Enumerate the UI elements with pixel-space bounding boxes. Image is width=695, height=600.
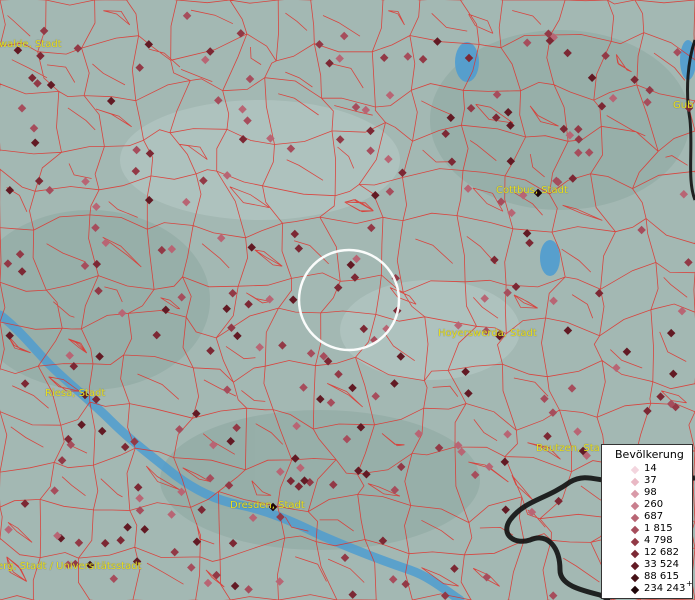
legend-swatch bbox=[630, 537, 640, 547]
legend-overflow-mark: + bbox=[686, 579, 693, 588]
legend-label: 98 bbox=[644, 487, 657, 498]
city-label-riesa: Riesa, Stadt bbox=[45, 388, 106, 399]
legend-swatch bbox=[630, 549, 640, 559]
legend-swatch bbox=[630, 501, 640, 511]
map-canvas[interactable] bbox=[0, 0, 695, 600]
legend-swatch bbox=[630, 573, 640, 583]
legend-swatch bbox=[630, 585, 640, 595]
legend-label: 37 bbox=[644, 475, 657, 486]
legend-swatch bbox=[630, 525, 640, 535]
legend-label: 88 615 bbox=[644, 571, 679, 582]
legend-row: 234 243 + bbox=[602, 579, 693, 596]
legend-swatch bbox=[630, 465, 640, 475]
city-label-cottbus: Cottbus, Stadt bbox=[496, 185, 568, 196]
legend-swatch bbox=[630, 477, 640, 487]
city-label-freiberg: erg, Stadt / Universitätsstadt bbox=[0, 561, 142, 572]
legend-swatch bbox=[630, 489, 640, 499]
legend-label: 4 798 bbox=[644, 535, 673, 546]
legend-label: 234 243 bbox=[644, 583, 686, 594]
legend-title: Bevölkerung bbox=[615, 448, 684, 461]
legend-label: 12 682 bbox=[644, 547, 679, 558]
city-label-walde: walde, Stadt bbox=[0, 39, 62, 50]
lake-east bbox=[540, 240, 560, 276]
lake-north bbox=[455, 42, 479, 82]
legend-label: 260 bbox=[644, 499, 664, 510]
legend-swatch bbox=[630, 561, 640, 571]
city-label-hoyerswerda: Hoyerswerda, Stadt bbox=[438, 328, 537, 339]
legend-label: 14 bbox=[644, 463, 657, 474]
city-label-bautzen: Bautzen, Sta bbox=[536, 443, 600, 454]
legend-swatch bbox=[630, 513, 640, 523]
legend-label: 1 815 bbox=[644, 523, 673, 534]
legend-label: 33 524 bbox=[644, 559, 679, 570]
legend-label: 687 bbox=[644, 511, 664, 522]
city-label-gub: Gub bbox=[673, 100, 694, 111]
population-legend: Bevölkerung 14 37 98 260 687 1 815 4 798 12 682… bbox=[601, 444, 693, 599]
city-label-dresden: Dresden, Stadt bbox=[230, 500, 305, 511]
